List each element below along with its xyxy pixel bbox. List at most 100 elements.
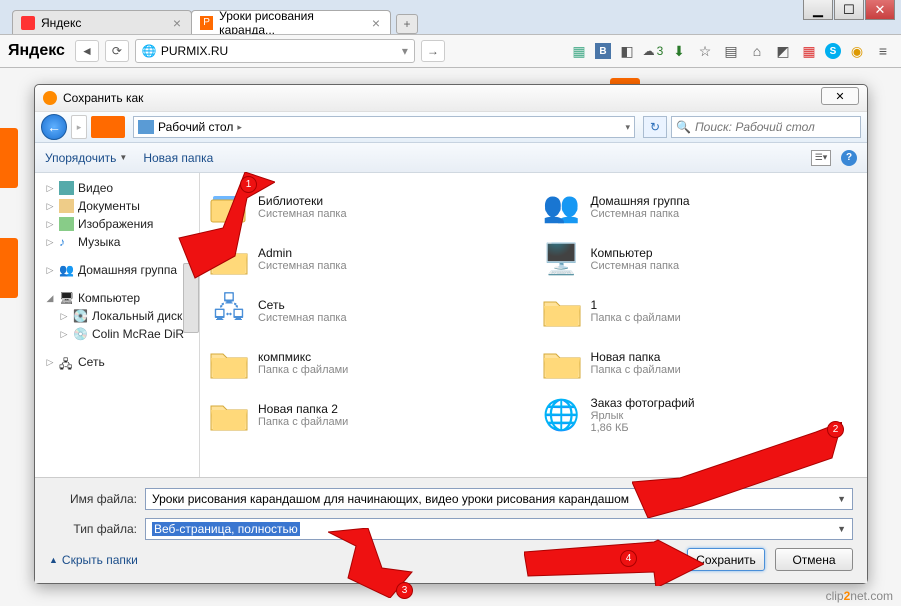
ext-icon[interactable]: ◩ bbox=[773, 41, 793, 61]
disk-icon: 💽 bbox=[73, 309, 88, 323]
window-minimize[interactable]: ▁ bbox=[803, 0, 833, 20]
dialog-toolbar: Упорядочить▼ Новая папка ☰▾ ? bbox=[35, 143, 867, 173]
chevron-down-icon[interactable]: ▼ bbox=[837, 494, 846, 504]
cancel-button[interactable]: Отмена bbox=[775, 548, 853, 571]
annotation-badge-4: 4 bbox=[620, 550, 637, 567]
dialog-close-button[interactable]: ✕ bbox=[821, 87, 859, 105]
tree-scrollbar[interactable] bbox=[183, 263, 199, 343]
file-subtitle: Папка с файлами bbox=[591, 312, 681, 324]
window-maximize[interactable]: ☐ bbox=[834, 0, 864, 20]
file-item[interactable]: Новая папка 2Папка с файлами bbox=[206, 389, 529, 441]
download-icon[interactable]: ⬇ bbox=[669, 41, 689, 61]
tree-item-drive[interactable]: ▷💽Локальный диск bbox=[37, 307, 197, 325]
file-icon bbox=[541, 342, 583, 384]
search-box[interactable]: 🔍 bbox=[671, 116, 861, 138]
back-button[interactable]: ◄ bbox=[75, 40, 99, 62]
window-close[interactable]: ✕ bbox=[865, 0, 895, 20]
tab-close-icon[interactable]: × bbox=[171, 15, 183, 31]
chevron-right-icon[interactable]: ▸ bbox=[237, 122, 242, 133]
file-icon: 👥 bbox=[541, 186, 583, 228]
homegroup-icon: 👥 bbox=[59, 263, 74, 277]
refresh-button[interactable]: ↻ bbox=[643, 116, 667, 138]
tab-close-icon[interactable]: × bbox=[370, 15, 382, 31]
accent-bar bbox=[91, 116, 125, 138]
file-name: Новая папка 2 bbox=[258, 402, 348, 416]
tab-purmix[interactable]: P Уроки рисования каранда... × bbox=[191, 10, 391, 34]
annotation-badge-3: 3 bbox=[396, 582, 413, 599]
tree-item-music[interactable]: ▷♪Музыка bbox=[37, 233, 197, 251]
yandex-favicon bbox=[21, 16, 35, 30]
annotation-badge-1: 1 bbox=[240, 176, 257, 193]
yandex-logo[interactable]: Яндекс bbox=[8, 42, 65, 60]
browser-tabstrip: Яндекс × P Уроки рисования каранда... × … bbox=[12, 8, 791, 34]
file-subtitle: Системная папка bbox=[258, 260, 347, 272]
chevron-up-icon: ▲ bbox=[49, 555, 58, 565]
nav-back-button[interactable]: ← bbox=[41, 114, 67, 140]
skype-icon[interactable]: S bbox=[825, 43, 841, 59]
reload-button[interactable]: ⟳ bbox=[105, 40, 129, 62]
new-tab-button[interactable]: + bbox=[396, 14, 418, 34]
file-item[interactable]: 🌐Заказ фотографийЯрлык1,86 КБ bbox=[539, 389, 862, 441]
filetype-select[interactable]: Веб-страница, полностью ▼ bbox=[145, 518, 853, 540]
file-subtitle: Папка с файлами bbox=[258, 416, 348, 428]
address-bar[interactable]: 🌐 ▾ bbox=[135, 39, 415, 63]
tree-item-drive[interactable]: ▷💿Colin McRae DiR bbox=[37, 325, 197, 343]
image-icon bbox=[59, 217, 74, 231]
file-item[interactable]: 1Папка с файлами bbox=[539, 285, 862, 337]
view-mode-button[interactable]: ☰▾ bbox=[811, 150, 831, 166]
chevron-down-icon[interactable]: ▾ bbox=[625, 122, 630, 133]
help-icon[interactable]: ? bbox=[841, 150, 857, 166]
file-item[interactable]: 🖥️КомпьютерСистемная папка bbox=[539, 233, 862, 285]
organize-button[interactable]: Упорядочить▼ bbox=[45, 151, 127, 165]
home-icon[interactable]: ⌂ bbox=[747, 41, 767, 61]
ext-icon[interactable]: ◧ bbox=[617, 41, 637, 61]
file-name: Admin bbox=[258, 246, 347, 260]
weather-icon[interactable]: ☁3 bbox=[643, 41, 663, 61]
tree-item-computer[interactable]: ◢🖥Компьютер bbox=[37, 289, 197, 307]
tree-item-network[interactable]: ▷🖧Сеть bbox=[37, 353, 197, 371]
calendar-icon[interactable]: ▦ bbox=[799, 41, 819, 61]
file-size: 1,86 КБ bbox=[591, 422, 695, 434]
file-item[interactable]: компмиксПапка с файлами bbox=[206, 337, 529, 389]
ext-icon[interactable]: ▦ bbox=[569, 41, 589, 61]
tree-item-documents[interactable]: ▷Документы bbox=[37, 197, 197, 215]
file-item[interactable]: AdminСистемная папка bbox=[206, 233, 529, 285]
file-item[interactable]: 👥Домашняя группаСистемная папка bbox=[539, 181, 862, 233]
document-icon bbox=[59, 199, 74, 213]
ext-icon[interactable]: ▤ bbox=[721, 41, 741, 61]
save-button[interactable]: Сохранить bbox=[687, 548, 765, 571]
network-icon: 🖧 bbox=[59, 355, 74, 369]
menu-icon[interactable]: ≡ bbox=[873, 41, 893, 61]
filename-label: Имя файла: bbox=[49, 492, 137, 506]
file-name: Заказ фотографий bbox=[591, 396, 695, 410]
tree-item-images[interactable]: ▷Изображения bbox=[37, 215, 197, 233]
file-name: Компьютер bbox=[591, 246, 680, 260]
dialog-titlebar[interactable]: Сохранить как ✕ bbox=[35, 85, 867, 111]
filetype-value: Веб-страница, полностью bbox=[152, 522, 300, 536]
chevron-down-icon[interactable]: ▼ bbox=[837, 524, 846, 534]
bookmark-star-icon[interactable]: ☆ bbox=[695, 41, 715, 61]
tree-item-homegroup[interactable]: ▷👥Домашняя группа bbox=[37, 261, 197, 279]
nav-forward-button[interactable]: ▸ bbox=[71, 115, 87, 139]
file-name: Сеть bbox=[258, 298, 347, 312]
go-button[interactable]: → bbox=[421, 40, 445, 62]
file-subtitle: Системная папка bbox=[258, 208, 347, 220]
dialog-nav-row: ← ▸ Рабочий стол ▸ ▾ ↻ 🔍 bbox=[35, 111, 867, 143]
file-list[interactable]: БиблиотекиСистемная папка👥Домашняя групп… bbox=[200, 173, 867, 477]
tree-item-video[interactable]: ▷Видео bbox=[37, 179, 197, 197]
dialog-title: Сохранить как bbox=[63, 91, 143, 105]
file-item[interactable]: 🖧СетьСистемная папка bbox=[206, 285, 529, 337]
file-icon bbox=[541, 290, 583, 332]
hide-folders-link[interactable]: ▲Скрыть папки bbox=[49, 553, 138, 567]
url-input[interactable] bbox=[161, 44, 398, 58]
new-folder-button[interactable]: Новая папка bbox=[143, 151, 213, 165]
vk-icon[interactable]: B bbox=[595, 43, 611, 59]
tab-title: Яндекс bbox=[41, 16, 81, 30]
video-icon bbox=[59, 181, 74, 195]
breadcrumb-bar[interactable]: Рабочий стол ▸ ▾ bbox=[133, 116, 635, 138]
file-item[interactable]: Новая папкаПапка с файлами bbox=[539, 337, 862, 389]
tab-yandex[interactable]: Яндекс × bbox=[12, 10, 192, 34]
search-input[interactable] bbox=[695, 120, 856, 134]
ext-icon[interactable]: ◉ bbox=[847, 41, 867, 61]
filename-input[interactable]: Уроки рисования карандашом для начинающи… bbox=[145, 488, 853, 510]
